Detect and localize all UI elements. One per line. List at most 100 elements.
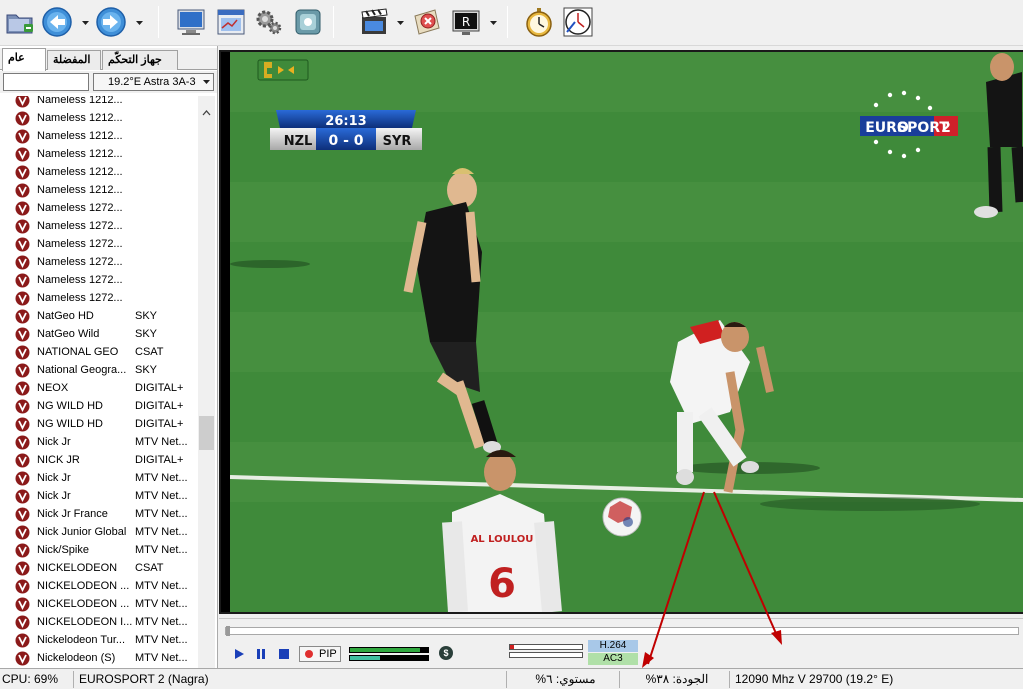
- scan-icon[interactable]: [291, 5, 325, 39]
- playback-controls: PIP $ H.264 AC3: [219, 618, 1023, 668]
- channel-name: NatGeo HD: [37, 310, 94, 322]
- channel-provider: MTV Net...: [135, 598, 188, 610]
- channel-row[interactable]: NICKELODEON I... MTV Net...: [0, 613, 198, 631]
- tv-channel-icon: [15, 291, 30, 306]
- pip-button[interactable]: PIP: [299, 646, 341, 662]
- channel-row[interactable]: NICK JR DIGITAL+: [0, 451, 198, 469]
- channel-row[interactable]: Nick Jr MTV Net...: [0, 433, 198, 451]
- audio-level-bar-2: [509, 652, 583, 658]
- toolbar-separator: [158, 6, 159, 38]
- scroll-up-icon[interactable]: [198, 106, 215, 120]
- channel-row[interactable]: NICKELODEON CSAT: [0, 559, 198, 577]
- channel-row[interactable]: Nickelodeon (S) MTV Net...: [0, 649, 198, 667]
- channel-row[interactable]: Nameless 1272...: [0, 199, 198, 217]
- channel-list-scrollbar[interactable]: [198, 96, 215, 668]
- open-folder-icon[interactable]: [3, 5, 37, 39]
- channel-row[interactable]: NICKELODEON ... MTV Net...: [0, 577, 198, 595]
- channel-row[interactable]: Nameless 1212...: [0, 145, 198, 163]
- channel-row[interactable]: Nick Jr MTV Net...: [0, 487, 198, 505]
- channel-provider: DIGITAL+: [135, 454, 184, 466]
- channel-name: NG WILD HD: [37, 400, 103, 412]
- seek-knob[interactable]: [226, 626, 230, 636]
- tv-channel-icon: [15, 165, 30, 180]
- tv-channel-icon: [15, 435, 30, 450]
- channel-row[interactable]: Nameless 1272...: [0, 289, 198, 307]
- monitor-icon[interactable]: [174, 5, 208, 39]
- football: [602, 497, 642, 537]
- video-dropdown-icon[interactable]: [396, 18, 405, 27]
- channel-row[interactable]: Nameless 1272...: [0, 217, 198, 235]
- tab-favorites[interactable]: المفضلة: [47, 50, 101, 70]
- record-r-icon[interactable]: R: [449, 5, 483, 39]
- channel-row[interactable]: Nick Jr MTV Net...: [0, 469, 198, 487]
- window-icon[interactable]: [214, 5, 248, 39]
- channel-row[interactable]: NEOX DIGITAL+: [0, 379, 198, 397]
- channel-row[interactable]: NG WILD HD DIGITAL+: [0, 397, 198, 415]
- scrollbar-thumb[interactable]: [199, 416, 214, 450]
- channel-search-input[interactable]: [3, 73, 89, 91]
- channel-row[interactable]: Nameless 1212...: [0, 163, 198, 181]
- clapperboard-icon[interactable]: [357, 5, 391, 39]
- channel-provider: CSAT: [135, 562, 164, 574]
- forward-icon[interactable]: [94, 5, 128, 39]
- satellite-select[interactable]: 19.2°E Astra 3A-3: [93, 73, 214, 91]
- channel-name: NatGeo Wild: [37, 328, 100, 340]
- forward-dropdown-icon[interactable]: [135, 18, 144, 27]
- channel-row[interactable]: NG WILD HD DIGITAL+: [0, 415, 198, 433]
- tab-general[interactable]: عام: [2, 48, 46, 71]
- tv-channel-icon: [15, 651, 30, 666]
- signal-level-meter: [349, 647, 429, 653]
- pause-icon[interactable]: [252, 646, 270, 662]
- stop-record-icon[interactable]: [410, 5, 444, 39]
- video-display[interactable]: AL LOULOU 6 26:13 NZL 0 - 0 SYR EURO SPO…: [230, 52, 1023, 612]
- channel-name: NATIONAL GEO: [37, 346, 119, 358]
- channel-row[interactable]: Nameless 1212...: [0, 109, 198, 127]
- tv-channel-icon: [15, 147, 30, 162]
- channel-provider: SKY: [135, 364, 158, 376]
- player-number-on-shirt: 6: [488, 561, 516, 607]
- channel-row[interactable]: Nick Junior Global MTV Net...: [0, 523, 198, 541]
- tv-channel-icon: [15, 237, 30, 252]
- channel-name: Nameless 1212...: [37, 166, 123, 178]
- channel-row[interactable]: Nameless 1272...: [0, 235, 198, 253]
- channel-row[interactable]: Nick Jr France MTV Net...: [0, 505, 198, 523]
- channel-row[interactable]: Nameless 1272...: [0, 271, 198, 289]
- channel-row[interactable]: Nameless 1212...: [0, 181, 198, 199]
- dollar-icon[interactable]: $: [439, 646, 453, 660]
- play-icon[interactable]: [230, 646, 248, 662]
- channel-row[interactable]: Nameless 1212...: [0, 96, 198, 109]
- channel-row[interactable]: NATIONAL GEO CSAT: [0, 343, 198, 361]
- channel-row[interactable]: National Geogra... SKY: [0, 361, 198, 379]
- channel-row[interactable]: NatGeo HD SKY: [0, 307, 198, 325]
- channel-provider: SKY: [135, 328, 158, 340]
- stop-icon[interactable]: [275, 646, 293, 662]
- back-icon[interactable]: [40, 5, 74, 39]
- channel-row[interactable]: Nameless 1272...: [0, 253, 198, 271]
- tv-channel-icon: [15, 129, 30, 144]
- channel-list[interactable]: Nameless 1212... Nameless 1212... Nameless…: [0, 96, 198, 668]
- channel-row[interactable]: NatGeo Wild SKY: [0, 325, 198, 343]
- match-clock: 26:13: [325, 114, 366, 129]
- channel-name: Nickelodeon Tur...: [37, 634, 126, 646]
- stopwatch-icon[interactable]: [522, 5, 556, 39]
- tv-channel-icon: [15, 561, 30, 576]
- channel-name: NICKELODEON ...: [37, 580, 130, 592]
- epg-clock-icon[interactable]: [561, 5, 595, 39]
- channel-row[interactable]: Nameless 1212...: [0, 127, 198, 145]
- record-dropdown-icon[interactable]: [489, 18, 498, 27]
- channel-name: Nameless 1212...: [37, 184, 123, 196]
- tab-label: المفضلة: [53, 54, 91, 66]
- channel-provider: MTV Net...: [135, 580, 188, 592]
- back-dropdown-icon[interactable]: [81, 18, 90, 27]
- channel-row[interactable]: NICKELODEON ... MTV Net...: [0, 595, 198, 613]
- channel-row[interactable]: Nick/Spike MTV Net...: [0, 541, 198, 559]
- tv-channel-icon: [15, 363, 30, 378]
- tv-channel-icon: [15, 381, 30, 396]
- channel-row[interactable]: Nickelodeon Tur... MTV Net...: [0, 631, 198, 649]
- settings-gears-icon[interactable]: [252, 5, 286, 39]
- tab-remote-control[interactable]: جهاز التحكّم: [102, 50, 178, 70]
- channel-provider: MTV Net...: [135, 634, 188, 646]
- channel-provider: MTV Net...: [135, 652, 188, 664]
- channel-name: Nick Jr: [37, 436, 71, 448]
- seek-bar[interactable]: [225, 626, 1019, 636]
